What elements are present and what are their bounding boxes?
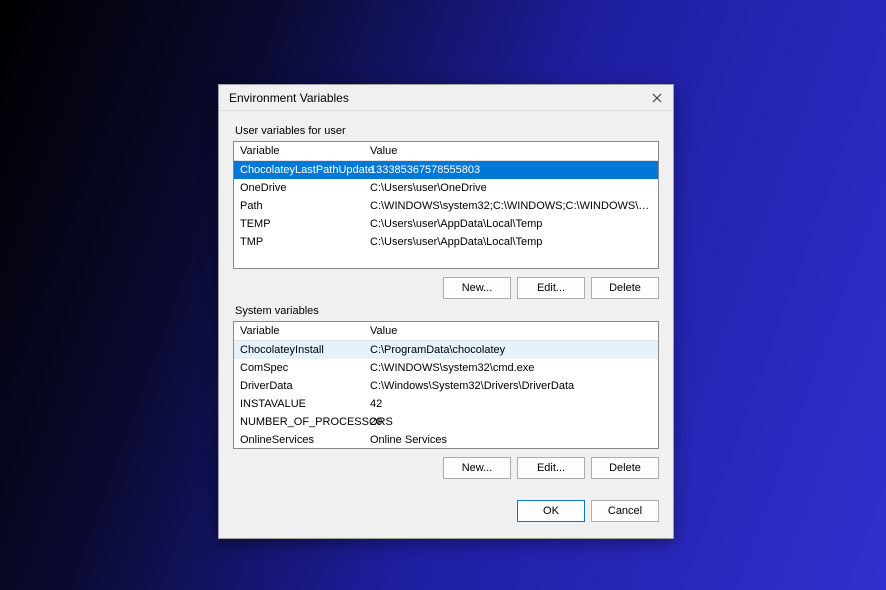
list-header: Variable Value	[234, 322, 658, 341]
close-icon	[652, 93, 662, 103]
user-vars-list[interactable]: Variable Value ChocolateyLastPathUpdate1…	[233, 141, 659, 269]
user-vars-label: User variables for user	[235, 125, 659, 137]
var-name: ComSpec	[240, 360, 370, 376]
table-row[interactable]: ChocolateyInstallC:\ProgramData\chocolat…	[234, 341, 658, 359]
system-vars-list[interactable]: Variable Value ChocolateyInstallC:\Progr…	[233, 321, 659, 449]
var-name: TMP	[240, 234, 370, 250]
user-new-button[interactable]: New...	[443, 277, 511, 299]
table-row[interactable]: NUMBER_OF_PROCESSORS20	[234, 413, 658, 431]
var-name: TEMP	[240, 216, 370, 232]
user-edit-button[interactable]: Edit...	[517, 277, 585, 299]
var-value: C:\Windows\System32\Drivers\DriverData	[370, 378, 652, 394]
var-name: INSTAVALUE	[240, 396, 370, 412]
system-delete-button[interactable]: Delete	[591, 457, 659, 479]
var-value: C:\Users\user\AppData\Local\Temp	[370, 216, 652, 232]
system-new-button[interactable]: New...	[443, 457, 511, 479]
var-value: 20	[370, 414, 652, 430]
var-name: NUMBER_OF_PROCESSORS	[240, 414, 370, 430]
var-value: C:\WINDOWS\system32;C:\WINDOWS;C:\WINDOW…	[370, 198, 652, 214]
table-row[interactable]: ChocolateyLastPathUpdate1333853675785558…	[234, 161, 658, 179]
var-value: C:\Users\user\OneDrive	[370, 180, 652, 196]
col-header-value[interactable]: Value	[370, 145, 652, 157]
ok-button[interactable]: OK	[517, 500, 585, 522]
col-header-variable[interactable]: Variable	[240, 145, 370, 157]
table-row[interactable]: OneDriveC:\Users\user\OneDrive	[234, 179, 658, 197]
var-value: C:\Users\user\AppData\Local\Temp	[370, 234, 652, 250]
titlebar: Environment Variables	[219, 85, 673, 111]
table-row[interactable]: OnlineServicesOnline Services	[234, 431, 658, 449]
table-row[interactable]: INSTAVALUE42	[234, 395, 658, 413]
dialog-buttons: OK Cancel	[233, 497, 659, 522]
dialog-content: User variables for user Variable Value C…	[219, 111, 673, 538]
system-vars-label: System variables	[235, 305, 659, 317]
var-name: Path	[240, 198, 370, 214]
var-value: Online Services	[370, 432, 652, 448]
table-row[interactable]: DriverDataC:\Windows\System32\Drivers\Dr…	[234, 377, 658, 395]
table-row[interactable]: TEMPC:\Users\user\AppData\Local\Temp	[234, 215, 658, 233]
table-row[interactable]: PathC:\WINDOWS\system32;C:\WINDOWS;C:\WI…	[234, 197, 658, 215]
table-row[interactable]: ComSpecC:\WINDOWS\system32\cmd.exe	[234, 359, 658, 377]
user-buttons: New... Edit... Delete	[233, 277, 659, 299]
var-name: ChocolateyLastPathUpdate	[240, 162, 370, 178]
table-row[interactable]: TMPC:\Users\user\AppData\Local\Temp	[234, 233, 658, 251]
system-buttons: New... Edit... Delete	[233, 457, 659, 479]
var-name: OnlineServices	[240, 432, 370, 448]
var-name: ChocolateyInstall	[240, 342, 370, 358]
col-header-value[interactable]: Value	[370, 325, 652, 337]
col-header-variable[interactable]: Variable	[240, 325, 370, 337]
env-vars-dialog: Environment Variables User variables for…	[218, 84, 674, 539]
user-delete-button[interactable]: Delete	[591, 277, 659, 299]
var-value: 133385367578555803	[370, 162, 652, 178]
dialog-title: Environment Variables	[229, 91, 349, 105]
var-value: 42	[370, 396, 652, 412]
system-edit-button[interactable]: Edit...	[517, 457, 585, 479]
var-name: DriverData	[240, 378, 370, 394]
close-button[interactable]	[647, 88, 667, 108]
var-name: OneDrive	[240, 180, 370, 196]
var-value: C:\WINDOWS\system32\cmd.exe	[370, 360, 652, 376]
list-header: Variable Value	[234, 142, 658, 161]
var-value: C:\ProgramData\chocolatey	[370, 342, 652, 358]
cancel-button[interactable]: Cancel	[591, 500, 659, 522]
